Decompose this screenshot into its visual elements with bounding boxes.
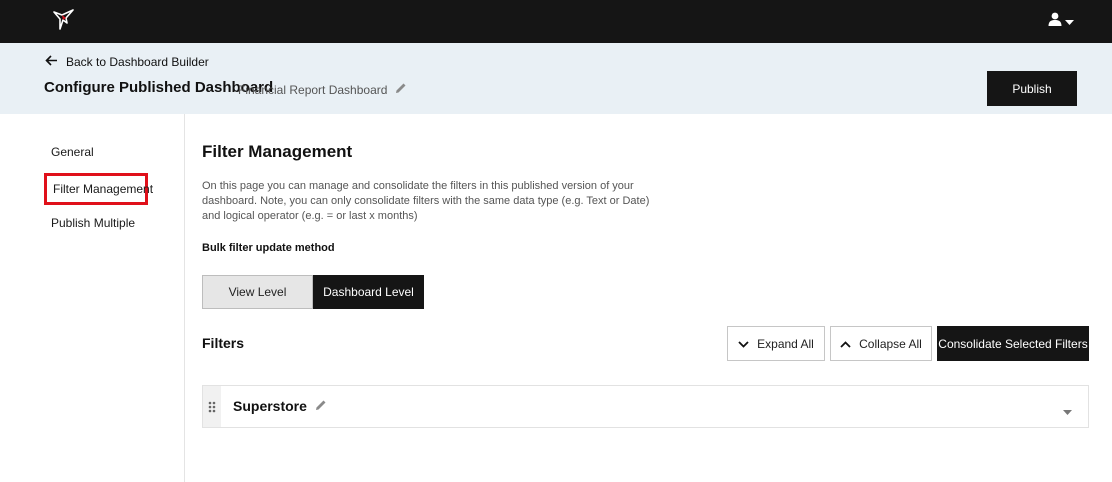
- collapse-all-button[interactable]: Collapse All: [830, 326, 932, 361]
- drag-handle-icon[interactable]: [203, 386, 221, 427]
- top-navigation-bar: [0, 0, 1112, 43]
- dashboard-level-option[interactable]: Dashboard Level: [313, 275, 424, 309]
- dashboard-name-label: Financial Report Dashboard: [238, 82, 388, 97]
- dashboard-name: Financial Report Dashboard: [238, 82, 407, 97]
- consolidate-selected-filters-button[interactable]: Consolidate Selected Filters: [937, 326, 1089, 361]
- sidebar-item-publish-multiple[interactable]: Publish Multiple: [51, 216, 135, 230]
- section-title: Filter Management: [202, 142, 353, 161]
- hummingbird-logo-icon[interactable]: [52, 9, 76, 31]
- publish-button[interactable]: Publish: [987, 71, 1077, 106]
- collapse-all-label: Collapse All: [859, 336, 922, 351]
- bulk-method-label: Bulk filter update method: [202, 242, 335, 254]
- sidebar-item-general[interactable]: General: [51, 145, 94, 159]
- caret-down-icon[interactable]: [1063, 403, 1072, 421]
- expand-all-label: Expand All: [757, 336, 814, 351]
- filter-group-name: Superstore: [233, 398, 327, 414]
- page-header: Back to Dashboard Builder Configure Publ…: [0, 43, 1112, 114]
- expand-all-button[interactable]: Expand All: [727, 326, 825, 361]
- pencil-icon[interactable]: [315, 398, 327, 414]
- section-description: On this page you can manage and consolid…: [202, 180, 650, 222]
- user-icon: [1048, 12, 1062, 31]
- sidebar-item-filter-management[interactable]: Filter Management: [44, 173, 153, 205]
- filter-group-label: Superstore: [233, 398, 307, 414]
- chevron-down-icon: [738, 337, 749, 351]
- back-to-dashboard-builder-link[interactable]: Back to Dashboard Builder: [45, 55, 209, 69]
- back-link-label: Back to Dashboard Builder: [66, 55, 209, 69]
- settings-sidebar: General Filter Management Publish Multip…: [0, 114, 185, 482]
- filters-heading: Filters: [202, 335, 245, 351]
- caret-down-icon: [1065, 13, 1074, 31]
- user-menu[interactable]: [1048, 12, 1074, 31]
- bulk-method-toggle: View Level Dashboard Level: [202, 275, 424, 309]
- chevron-up-icon: [840, 337, 851, 351]
- pencil-icon[interactable]: [395, 82, 407, 97]
- filter-group-row[interactable]: Superstore: [202, 385, 1089, 428]
- view-level-option[interactable]: View Level: [202, 275, 313, 309]
- arrow-left-icon: [45, 55, 58, 69]
